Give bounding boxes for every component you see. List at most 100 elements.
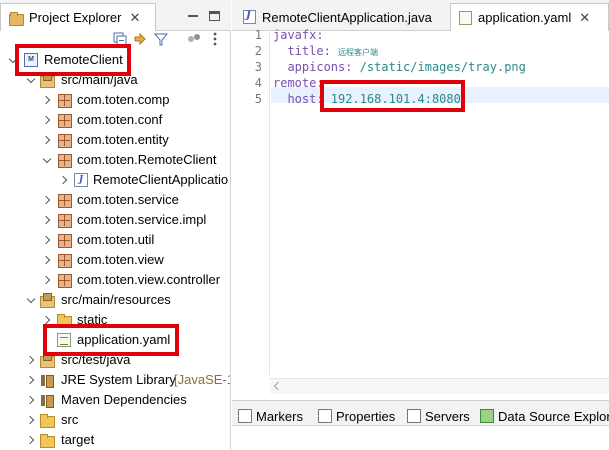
tree-item-label: target (61, 432, 95, 447)
view-tab-label: Data Source Explor (498, 408, 609, 424)
chevron-right-icon[interactable] (43, 275, 53, 285)
tree-item-package[interactable]: com.toten.conf (0, 110, 230, 130)
tab-servers[interactable]: Servers (407, 405, 470, 427)
package-icon (57, 193, 72, 208)
horizontal-scrollbar[interactable] (270, 378, 609, 394)
tree-item-jre-library[interactable]: JRE System Library [JavaSE-1 (0, 370, 230, 390)
chevron-right-icon[interactable] (43, 235, 53, 245)
tab-properties[interactable]: Properties (318, 405, 395, 427)
tree-item-package[interactable]: com.toten.RemoteClient (0, 150, 230, 170)
tree-item-package[interactable]: com.toten.view (0, 250, 230, 270)
tree-item-package[interactable]: com.toten.service.impl (0, 210, 230, 230)
tree-item-label: RemoteClient (44, 52, 123, 67)
chevron-right-icon[interactable] (43, 115, 53, 125)
yaml-key: title: (273, 44, 339, 58)
tree-item-label: application.yaml (77, 332, 171, 347)
yaml-file-icon (459, 10, 472, 25)
tree-item-static-folder[interactable]: static (0, 310, 230, 330)
markers-icon (238, 409, 252, 423)
more-icon[interactable] (207, 31, 223, 47)
chevron-right-icon[interactable] (27, 415, 37, 425)
chevron-right-icon[interactable] (27, 395, 37, 405)
folder-icon (40, 413, 55, 428)
tree-item-src-folder[interactable]: src (0, 410, 230, 430)
chevron-right-icon[interactable] (27, 375, 37, 385)
tree-item-remoteclient[interactable]: M RemoteClient (0, 50, 230, 70)
tree-item-label: RemoteClientApplicatio (93, 172, 229, 187)
project-explorer-tabbar: Project Explorer ✕ (0, 0, 231, 31)
tab-data-source-explorer[interactable]: Data Source Explor (480, 405, 609, 427)
line-number: 2 (254, 44, 262, 58)
tree-item-package[interactable]: com.toten.entity (0, 130, 230, 150)
view-tab-label: Markers (256, 408, 303, 424)
tree-item-label: com.toten.service (77, 192, 179, 207)
chevron-right-icon[interactable] (43, 255, 53, 265)
chevron-right-icon[interactable] (27, 435, 37, 445)
tree-item-src-test-java[interactable]: src/test/java (0, 350, 230, 370)
line-number: 5 (254, 92, 262, 106)
line-number: 3 (254, 60, 262, 74)
close-icon[interactable]: ✕ (579, 10, 590, 26)
tree-item-label: com.toten.entity (77, 132, 169, 147)
view-menu-icon[interactable] (186, 31, 202, 47)
chevron-right-icon[interactable] (27, 355, 37, 365)
tree-item-target-folder[interactable]: target (0, 430, 230, 450)
java-file-icon: J (74, 173, 88, 187)
chevron-down-icon[interactable] (27, 75, 37, 85)
tree-item-label: com.toten.RemoteClient (77, 152, 217, 167)
view-tab-label: Properties (336, 408, 396, 424)
code-editor[interactable]: 1 2 3 4 5 javafx: title: 远程客户端 appicons:… (232, 28, 609, 375)
tree-item-application-yaml[interactable]: application.yaml (0, 330, 230, 350)
tree-item-src-main-java[interactable]: src/main/java (0, 70, 230, 90)
tree-item-java-file[interactable]: J RemoteClientApplicatio (0, 170, 230, 190)
filter-icon[interactable] (153, 31, 169, 47)
code-line: appicons: /static/images/tray.png (273, 59, 525, 75)
editor-area: RemoteClientApplication.java application… (232, 0, 609, 400)
chevron-down-icon[interactable] (43, 155, 53, 165)
package-icon (57, 273, 72, 288)
package-icon (57, 153, 72, 168)
package-icon (57, 233, 72, 248)
tree-item-package[interactable]: com.toten.service (0, 190, 230, 210)
chevron-down-icon[interactable] (27, 295, 37, 305)
package-icon (57, 93, 72, 108)
yaml-value: 192.168.101.4:8080 (330, 92, 461, 106)
tree-item-package[interactable]: com.toten.comp (0, 90, 230, 110)
package-icon (57, 133, 72, 148)
source-folder-icon (40, 293, 55, 308)
package-icon (57, 213, 72, 228)
tree-item-src-main-resources[interactable]: src/main/resources (0, 290, 230, 310)
editor-tab-label: application.yaml (478, 10, 572, 25)
line-number: 1 (254, 28, 262, 42)
chevron-right-icon[interactable] (43, 195, 53, 205)
yaml-key: appicons: (273, 60, 360, 74)
source-folder-icon (40, 73, 55, 88)
chevron-right-icon[interactable] (60, 175, 70, 185)
tree-item-label: src/main/java (61, 72, 138, 87)
tree-item-label: Maven Dependencies (61, 392, 187, 407)
tree-item-label: src/test/java (61, 352, 131, 367)
source-folder-icon (40, 353, 55, 368)
tree-item-label: src/main/resources (61, 292, 171, 307)
collapse-all-icon[interactable] (112, 31, 128, 47)
tab-application-yaml[interactable]: application.yaml ✕ (450, 3, 609, 31)
chevron-right-icon[interactable] (43, 215, 53, 225)
chevron-right-icon[interactable] (43, 95, 53, 105)
tab-remoteclientapplication-java[interactable]: RemoteClientApplication.java (234, 3, 444, 31)
tab-project-explorer[interactable]: Project Explorer ✕ (0, 3, 156, 31)
tree-item-maven-dependencies[interactable]: Maven Dependencies (0, 390, 230, 410)
chevron-right-icon[interactable] (43, 315, 53, 325)
maximize-icon[interactable] (209, 11, 220, 21)
close-icon[interactable]: ✕ (129, 10, 140, 26)
tree-item-package[interactable]: com.toten.util (0, 230, 230, 250)
tab-markers[interactable]: Markers (238, 405, 303, 427)
tab-project-explorer-label: Project Explorer (29, 10, 122, 25)
scroll-left-icon[interactable] (273, 381, 283, 391)
tree-item-package[interactable]: com.toten.view.controller (0, 270, 230, 290)
link-with-editor-icon[interactable] (132, 31, 148, 47)
chevron-right-icon[interactable] (43, 135, 53, 145)
code-line: title: 远程客户端 (273, 43, 378, 59)
chevron-down-icon[interactable] (9, 55, 19, 65)
tree-item-label: JRE System Library (61, 372, 176, 387)
minimize-icon[interactable] (187, 10, 199, 22)
